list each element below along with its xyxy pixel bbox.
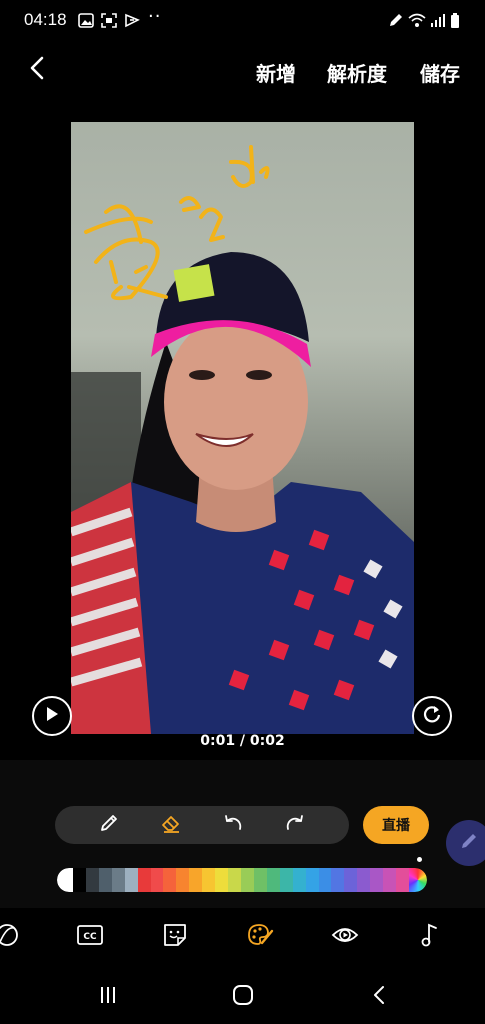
effects-tool[interactable] — [330, 922, 360, 952]
color-swatch[interactable] — [150, 868, 164, 892]
music-note-icon — [419, 922, 441, 952]
back-button[interactable] — [20, 52, 56, 88]
cc-icon: CC — [76, 924, 104, 950]
video-frame-image — [71, 145, 414, 734]
status-time: 04:18 — [24, 10, 67, 29]
status-dots: ·· — [148, 6, 162, 27]
rotate-button[interactable] — [412, 696, 452, 736]
color-swatch[interactable] — [228, 868, 241, 892]
save-button[interactable]: 儲存 — [420, 58, 460, 87]
color-swatch[interactable] — [137, 868, 151, 892]
color-swatch[interactable] — [85, 868, 99, 892]
redo-icon — [284, 812, 306, 838]
undo-icon — [222, 812, 244, 838]
sticker-crop-icon — [0, 922, 20, 952]
image-icon — [78, 13, 94, 28]
color-swatch[interactable] — [73, 868, 86, 892]
resolution-button[interactable]: 解析度 — [327, 58, 387, 87]
selected-color-indicator — [417, 857, 422, 862]
wifi-icon — [408, 13, 426, 28]
eye-play-icon — [331, 924, 359, 950]
sticker-icon — [162, 922, 188, 952]
back-icon — [371, 985, 387, 1009]
nav-back-button[interactable] — [364, 982, 394, 1012]
rotate-icon — [422, 704, 442, 728]
edit-pen-icon — [458, 830, 480, 856]
playback-time: 0:01 / 0:02 — [200, 733, 285, 749]
sticker-crop-tool[interactable] — [0, 922, 22, 952]
color-swatch[interactable] — [202, 868, 216, 892]
sticker-tool[interactable] — [160, 922, 190, 952]
color-swatch[interactable] — [266, 868, 280, 892]
draw-fab-button[interactable] — [446, 820, 485, 866]
undo-button[interactable] — [220, 812, 246, 838]
color-swatch[interactable] — [279, 868, 293, 892]
eraser-icon — [160, 812, 182, 838]
redo-button[interactable] — [282, 812, 308, 838]
color-swatch[interactable] — [318, 868, 332, 892]
eraser-tool-button[interactable] — [158, 812, 184, 838]
recent-apps-icon — [98, 986, 118, 1008]
color-swatch[interactable] — [176, 868, 190, 892]
new-button[interactable]: 新增 — [256, 58, 296, 87]
color-swatch[interactable] — [292, 868, 306, 892]
screenshot-icon — [101, 13, 117, 28]
color-swatch[interactable] — [189, 868, 203, 892]
color-swatch[interactable] — [163, 868, 177, 892]
color-swatch[interactable] — [98, 868, 112, 892]
color-swatch[interactable] — [396, 868, 409, 892]
battery-icon — [450, 13, 460, 28]
color-swatch[interactable] — [240, 868, 254, 892]
color-swatch[interactable] — [305, 868, 319, 892]
signal-icon — [430, 13, 446, 28]
play-button[interactable] — [32, 696, 72, 736]
home-button[interactable] — [228, 982, 258, 1012]
svg-text:CC: CC — [83, 932, 97, 942]
color-swatch[interactable] — [111, 868, 125, 892]
paint-tool[interactable] — [245, 922, 275, 952]
color-swatch[interactable] — [370, 868, 384, 892]
color-swatch[interactable] — [215, 868, 229, 892]
back-arrow-icon — [28, 56, 48, 84]
color-swatch[interactable] — [357, 868, 371, 892]
caption-tool[interactable]: CC — [75, 922, 105, 952]
color-swatch[interactable] — [331, 868, 345, 892]
video-preview[interactable] — [71, 122, 414, 734]
pen-icon — [98, 812, 120, 838]
bottom-toolbar — [0, 908, 485, 968]
music-tool[interactable] — [415, 922, 445, 952]
color-palette[interactable] — [57, 868, 427, 892]
recent-apps-button[interactable] — [93, 982, 123, 1012]
paint-palette-icon — [246, 922, 274, 952]
color-swatch[interactable] — [344, 868, 358, 892]
color-swatch[interactable] — [383, 868, 397, 892]
pen-tool-button[interactable] — [96, 812, 122, 838]
app-notification-icon — [124, 13, 140, 28]
color-swatch[interactable] — [253, 868, 267, 892]
pen-icon — [388, 13, 404, 28]
color-swatch[interactable] — [124, 868, 138, 892]
play-icon — [45, 706, 59, 726]
live-button[interactable]: 直播 — [363, 806, 429, 844]
home-icon — [232, 984, 254, 1010]
